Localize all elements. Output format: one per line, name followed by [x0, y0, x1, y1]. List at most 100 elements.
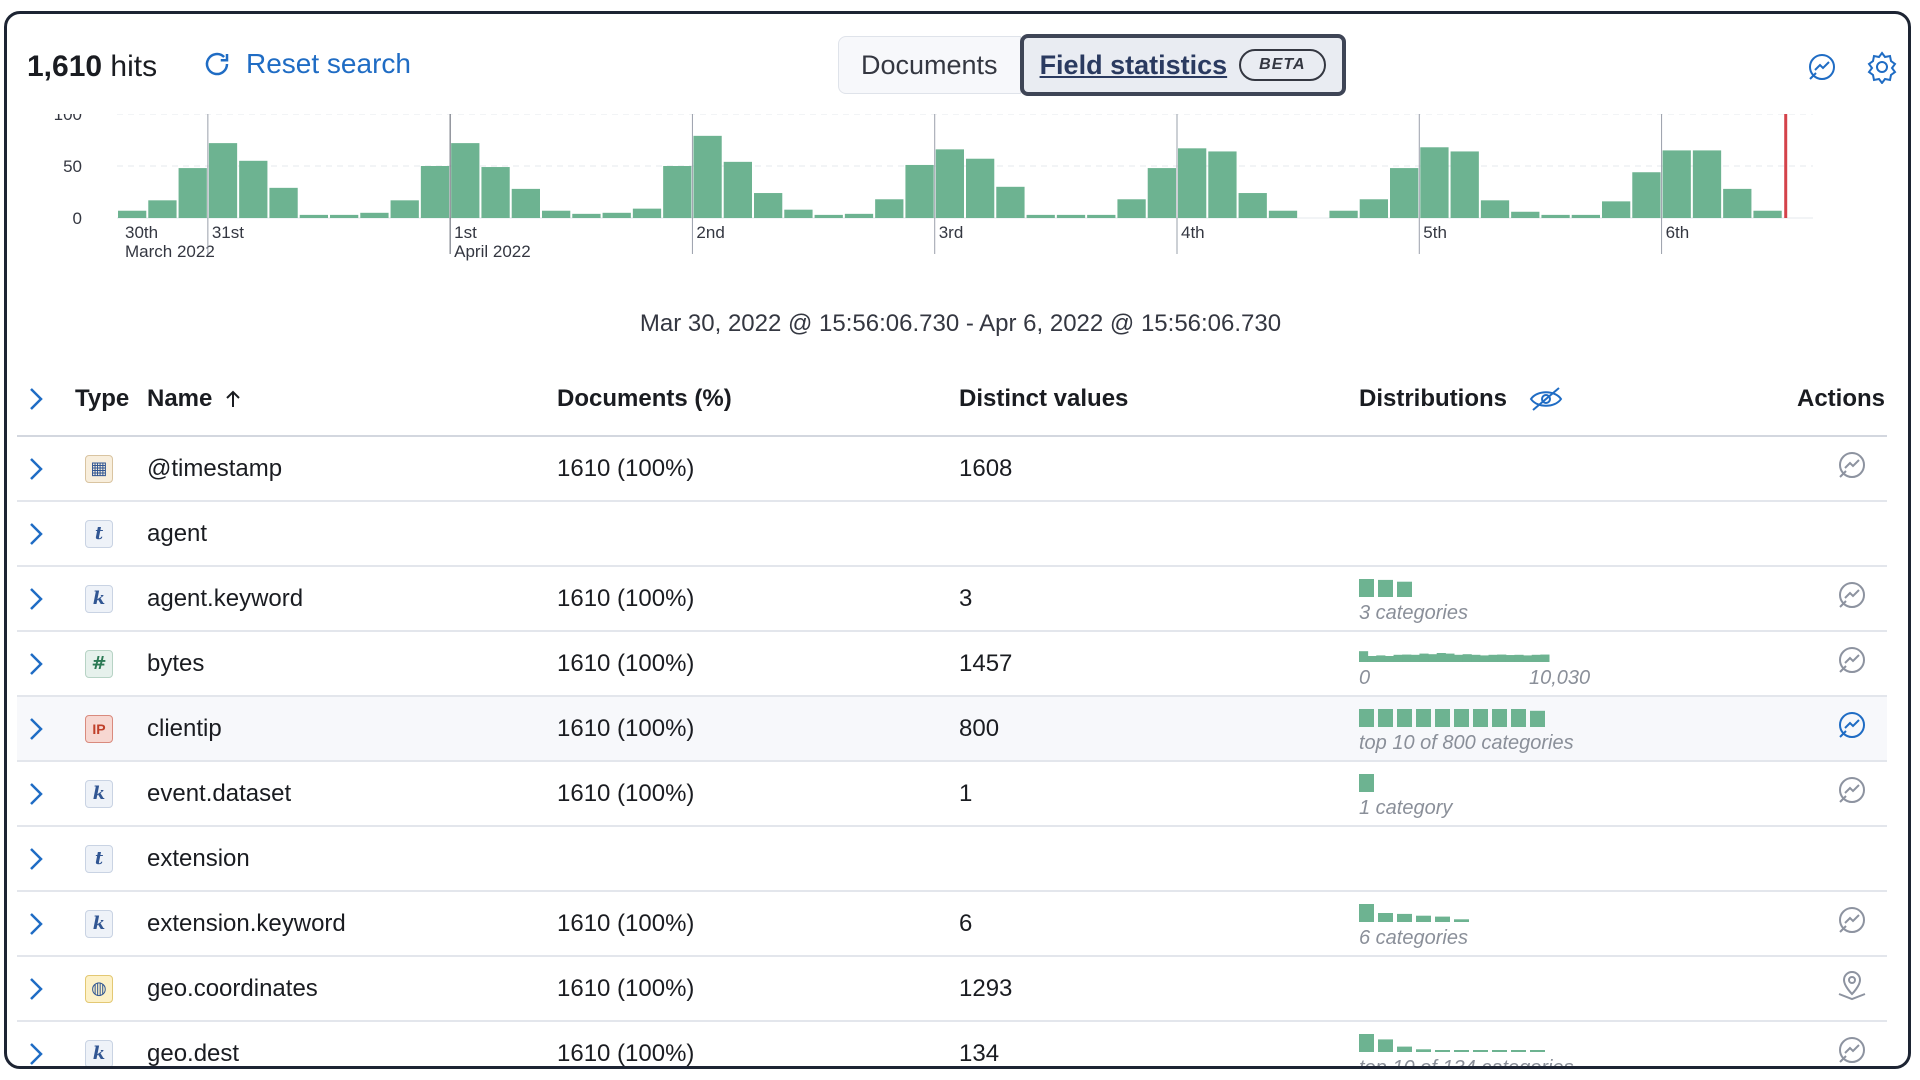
histogram-bar	[390, 200, 419, 218]
hits-count: 1,610 hits	[27, 50, 157, 84]
distribution-max-label: 10,030	[1529, 667, 1590, 689]
refresh-icon	[205, 52, 229, 76]
field-distribution: top 10 of 134 categories	[1359, 1030, 1659, 1066]
field-distinct-values: 1457	[959, 649, 1013, 677]
visualize-icon[interactable]	[1835, 448, 1869, 482]
hits-label: hits	[110, 50, 158, 83]
distribution-bar	[1473, 1050, 1488, 1052]
distribution-bar	[1384, 656, 1395, 662]
field-distinct-values: 800	[959, 714, 1000, 742]
time-range-text: Mar 30, 2022 @ 15:56:06.730 - Apr 6, 202…	[639, 310, 1282, 337]
table-row[interactable]: # bytes 1610 (100%) 1457 0 10,030	[17, 632, 1887, 697]
distribution-bar	[1378, 709, 1393, 727]
table-row[interactable]: ◍ geo.coordinates 1610 (100%) 1293	[17, 957, 1887, 1022]
table-row[interactable]: k agent.keyword 1610 (100%) 3 3 categories	[17, 567, 1887, 632]
field-name: clientip	[147, 714, 222, 742]
chevron-right-icon	[30, 717, 43, 740]
expand-row-toggle[interactable]	[27, 904, 57, 944]
visualize-icon[interactable]	[1835, 773, 1869, 807]
chevron-right-icon	[30, 388, 43, 410]
distribution-bar	[1359, 774, 1374, 792]
field-distribution: 1 category	[1359, 770, 1659, 826]
histogram-bar	[420, 166, 450, 218]
visualize-icon[interactable]	[1835, 578, 1869, 612]
expand-row-toggle[interactable]	[27, 644, 57, 684]
column-header-name[interactable]: Name	[147, 385, 244, 413]
table-row[interactable]: ▦ @timestamp 1610 (100%) 1608	[17, 437, 1887, 502]
histogram-bar	[754, 193, 783, 218]
visualize-icon[interactable]	[1835, 708, 1869, 742]
column-header-documents[interactable]: Documents (%)	[557, 385, 732, 413]
column-header-type[interactable]: Type	[75, 385, 129, 413]
distribution-chart: 3 categories	[1359, 579, 1468, 624]
x-tick-label: 3rd	[939, 223, 964, 242]
expand-row-toggle[interactable]	[27, 514, 57, 554]
histogram-bar	[1753, 210, 1782, 218]
distribution-bar	[1359, 904, 1374, 922]
expand-row-toggle[interactable]	[27, 839, 57, 879]
field-type-keyword-icon: k	[85, 909, 113, 938]
table-row[interactable]: IP clientip 1610 (100%) 800 top 10 of 800 ca…	[17, 697, 1887, 762]
table-row[interactable]: k extension.keyword 1610 (100%) 6 6 categori…	[17, 892, 1887, 957]
histogram-bar	[1268, 210, 1298, 218]
gear-icon[interactable]	[1865, 50, 1899, 84]
hits-number: 1,610	[27, 50, 103, 83]
histogram-bar	[118, 210, 147, 218]
field-actions	[1835, 903, 1869, 944]
field-distinct-values: 1	[959, 779, 973, 807]
table-row[interactable]: t agent	[17, 502, 1887, 567]
expand-row-toggle[interactable]	[27, 1034, 57, 1067]
table-row[interactable]: k geo.dest 1610 (100%) 134 top 10 of 134 cat…	[17, 1022, 1887, 1067]
y-tick-label: 0	[73, 209, 82, 228]
distribution-bar	[1505, 655, 1515, 662]
view-mode-tabs: Documents Field statistics BETA	[838, 34, 1346, 96]
expand-row-toggle[interactable]	[27, 449, 57, 489]
column-header-name-label: Name	[147, 385, 213, 412]
x-tick-month-label: March 2022	[125, 242, 215, 261]
visualize-icon[interactable]	[1835, 903, 1869, 937]
visualize-icon[interactable]	[1835, 1033, 1869, 1067]
field-distribution: 6 categories	[1359, 900, 1659, 956]
map-marker-icon[interactable]	[1835, 968, 1869, 1002]
histogram-bar	[1087, 214, 1116, 218]
tab-field-statistics[interactable]: Field statistics BETA	[1019, 34, 1346, 96]
histogram-chart[interactable]: 100 50 0 30thMarch 202231st 1stApril 2022 2nd…	[47, 114, 1827, 314]
reset-search-button[interactable]: Reset search	[202, 48, 411, 80]
histogram-bar	[1420, 147, 1449, 218]
field-type-text-icon: t	[85, 519, 113, 548]
distribution-bar	[1416, 1049, 1431, 1052]
expand-all-toggle[interactable]	[27, 379, 57, 419]
histogram-bar	[1208, 151, 1237, 218]
distribution-chart: 6 categories	[1359, 904, 1469, 949]
distribution-bar	[1454, 919, 1469, 922]
histogram-bar	[1511, 211, 1540, 218]
expand-row-toggle[interactable]	[27, 709, 57, 749]
tab-documents[interactable]: Documents	[838, 36, 1021, 94]
histogram-bar	[875, 199, 904, 218]
field-name: geo.coordinates	[147, 974, 318, 1002]
field-type-cell: k	[85, 1039, 113, 1066]
field-documents: 1610 (100%)	[557, 584, 695, 612]
expand-row-toggle[interactable]	[27, 969, 57, 1009]
column-header-distinct[interactable]: Distinct values	[959, 385, 1128, 413]
field-distribution	[1359, 965, 1659, 1021]
field-distribution: 3 categories	[1359, 575, 1659, 631]
eye-closed-icon[interactable]	[1529, 386, 1563, 412]
expand-row-toggle[interactable]	[27, 579, 57, 619]
chevron-right-icon	[30, 1042, 43, 1065]
visualize-icon[interactable]	[1805, 50, 1839, 84]
distribution-bar	[1497, 654, 1507, 662]
x-tick-month-label: April 2022	[454, 242, 531, 261]
distribution-chart: top 10 of 134 categories	[1359, 1034, 1574, 1066]
histogram-bar	[330, 214, 359, 218]
table-row[interactable]: k event.dataset 1610 (100%) 1 1 category	[17, 762, 1887, 827]
distribution-bar	[1367, 656, 1377, 662]
x-tick-label: 1st	[454, 223, 477, 242]
visualize-icon[interactable]	[1835, 643, 1869, 677]
table-row[interactable]: t extension	[17, 827, 1887, 892]
distribution-label: top 10 of 800 categories	[1359, 732, 1574, 754]
distribution-bar	[1531, 654, 1541, 662]
expand-row-toggle[interactable]	[27, 774, 57, 814]
histogram-bar	[1359, 199, 1388, 218]
distribution-bar	[1492, 1050, 1507, 1052]
